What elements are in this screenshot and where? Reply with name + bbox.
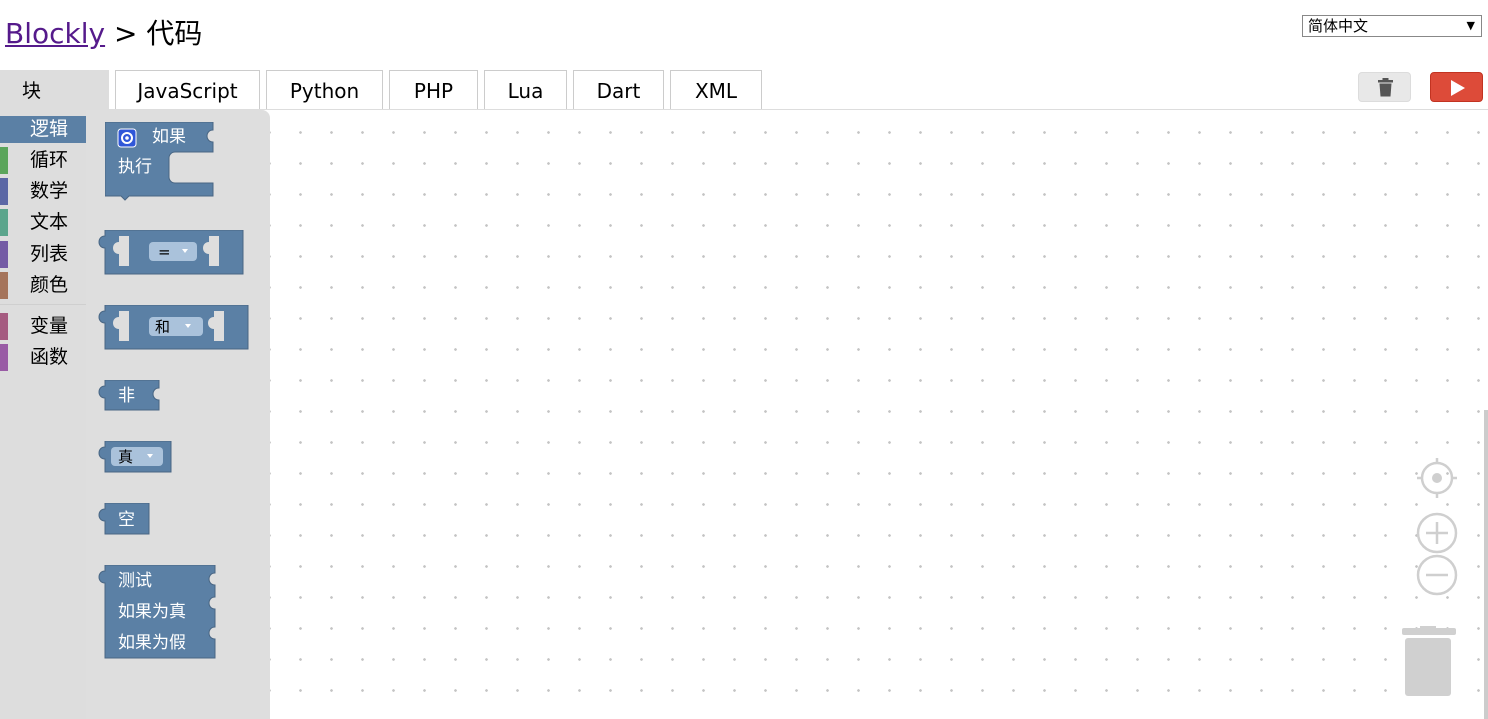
language-select[interactable]: 简体中文 ▼: [1302, 15, 1482, 37]
category-color-bar: [0, 178, 8, 205]
tab-php[interactable]: PHP: [389, 70, 478, 110]
tab-label: JavaScript: [137, 79, 238, 103]
tab-javascript[interactable]: JavaScript: [115, 70, 260, 110]
tab-xml[interactable]: XML: [670, 70, 762, 110]
tab-row: 块 JavaScript Python PHP Lua Dart XML: [0, 70, 1488, 110]
category-color-bar: [0, 147, 8, 174]
toolbox-separator: [0, 304, 86, 305]
boolean-block[interactable]: [95, 441, 173, 474]
toolbox-category-loops[interactable]: 循环: [0, 147, 86, 174]
tab-lua[interactable]: Lua: [484, 70, 567, 110]
trash-icon: [1378, 78, 1393, 97]
category-label: 循环: [30, 149, 69, 171]
workspace-trash-icon[interactable]: [1398, 626, 1458, 698]
compare-operator-dropdown[interactable]: =: [158, 243, 171, 261]
language-select-value: 简体中文: [1308, 17, 1369, 35]
category-label: 逻辑: [30, 118, 69, 140]
category-label: 变量: [30, 315, 69, 337]
toolbox-category-text[interactable]: 文本: [0, 209, 86, 236]
tab-label: XML: [694, 79, 738, 103]
ternary-test-label: 测试: [118, 571, 152, 591]
zoom-out-icon[interactable]: [1415, 553, 1459, 597]
category-color-bar: [0, 209, 8, 236]
tab-label: Python: [289, 79, 360, 103]
workspace-scrollbar[interactable]: [1484, 410, 1488, 719]
category-label: 颜色: [30, 274, 69, 296]
category-color-bar: [0, 241, 8, 268]
toolbox-category-variables[interactable]: 变量: [0, 313, 86, 340]
zoom-in-icon[interactable]: [1415, 511, 1459, 555]
page-heading: Blockly > 代码: [5, 14, 202, 54]
tab-blocks-label: 块: [22, 80, 42, 102]
null-label: 空: [118, 510, 135, 530]
toolbox-category-lists[interactable]: 列表: [0, 241, 86, 268]
category-color-bar: [0, 344, 8, 371]
block-flyout: 如果 执行 = 和 非 真 空 测试 如果为真 如果为假: [86, 110, 270, 719]
ternary-then-label: 如果为真: [118, 602, 186, 622]
breadcrumb-separator: >: [113, 17, 138, 50]
tab-dart[interactable]: Dart: [573, 70, 664, 110]
dropdown-arrow-icon: ▼: [1466, 19, 1475, 32]
if-label: 如果: [152, 127, 186, 147]
logic-operation-block[interactable]: [95, 305, 250, 351]
tab-label: PHP: [413, 79, 454, 103]
toolbox-category-functions[interactable]: 函数: [0, 344, 86, 371]
page-title: 代码: [146, 17, 203, 50]
do-label: 执行: [118, 157, 152, 177]
toolbox-category-logic[interactable]: 逻辑: [0, 116, 86, 143]
tab-blocks[interactable]: 块: [0, 70, 109, 110]
logic-operator-dropdown[interactable]: 和: [155, 318, 170, 336]
category-label: 数学: [30, 180, 69, 202]
category-color-bar: [0, 313, 8, 340]
category-color-bar: [0, 116, 8, 143]
boolean-value-dropdown[interactable]: 真: [118, 448, 133, 466]
toolbox-category-math[interactable]: 数学: [0, 178, 86, 205]
blockly-home-link[interactable]: Blockly: [5, 17, 105, 50]
tab-label: Dart: [596, 79, 641, 103]
tab-python[interactable]: Python: [266, 70, 383, 110]
workspace-canvas[interactable]: [270, 110, 1488, 719]
recenter-icon[interactable]: [1415, 456, 1459, 500]
tab-label: Lua: [507, 79, 544, 103]
toolbox: 逻辑 循环 数学 文本 列表 颜色 变量 函数: [0, 110, 86, 719]
category-label: 列表: [30, 243, 69, 265]
negate-label: 非: [118, 386, 135, 406]
header: Blockly > 代码 简体中文 ▼: [0, 0, 1488, 70]
category-color-bar: [0, 272, 8, 299]
ternary-else-label: 如果为假: [118, 633, 186, 653]
toolbox-category-colour[interactable]: 颜色: [0, 272, 86, 299]
trash-button[interactable]: [1358, 72, 1411, 102]
play-icon: [1451, 80, 1465, 96]
category-label: 函数: [30, 346, 69, 368]
run-button[interactable]: [1430, 72, 1483, 102]
category-label: 文本: [30, 211, 69, 233]
